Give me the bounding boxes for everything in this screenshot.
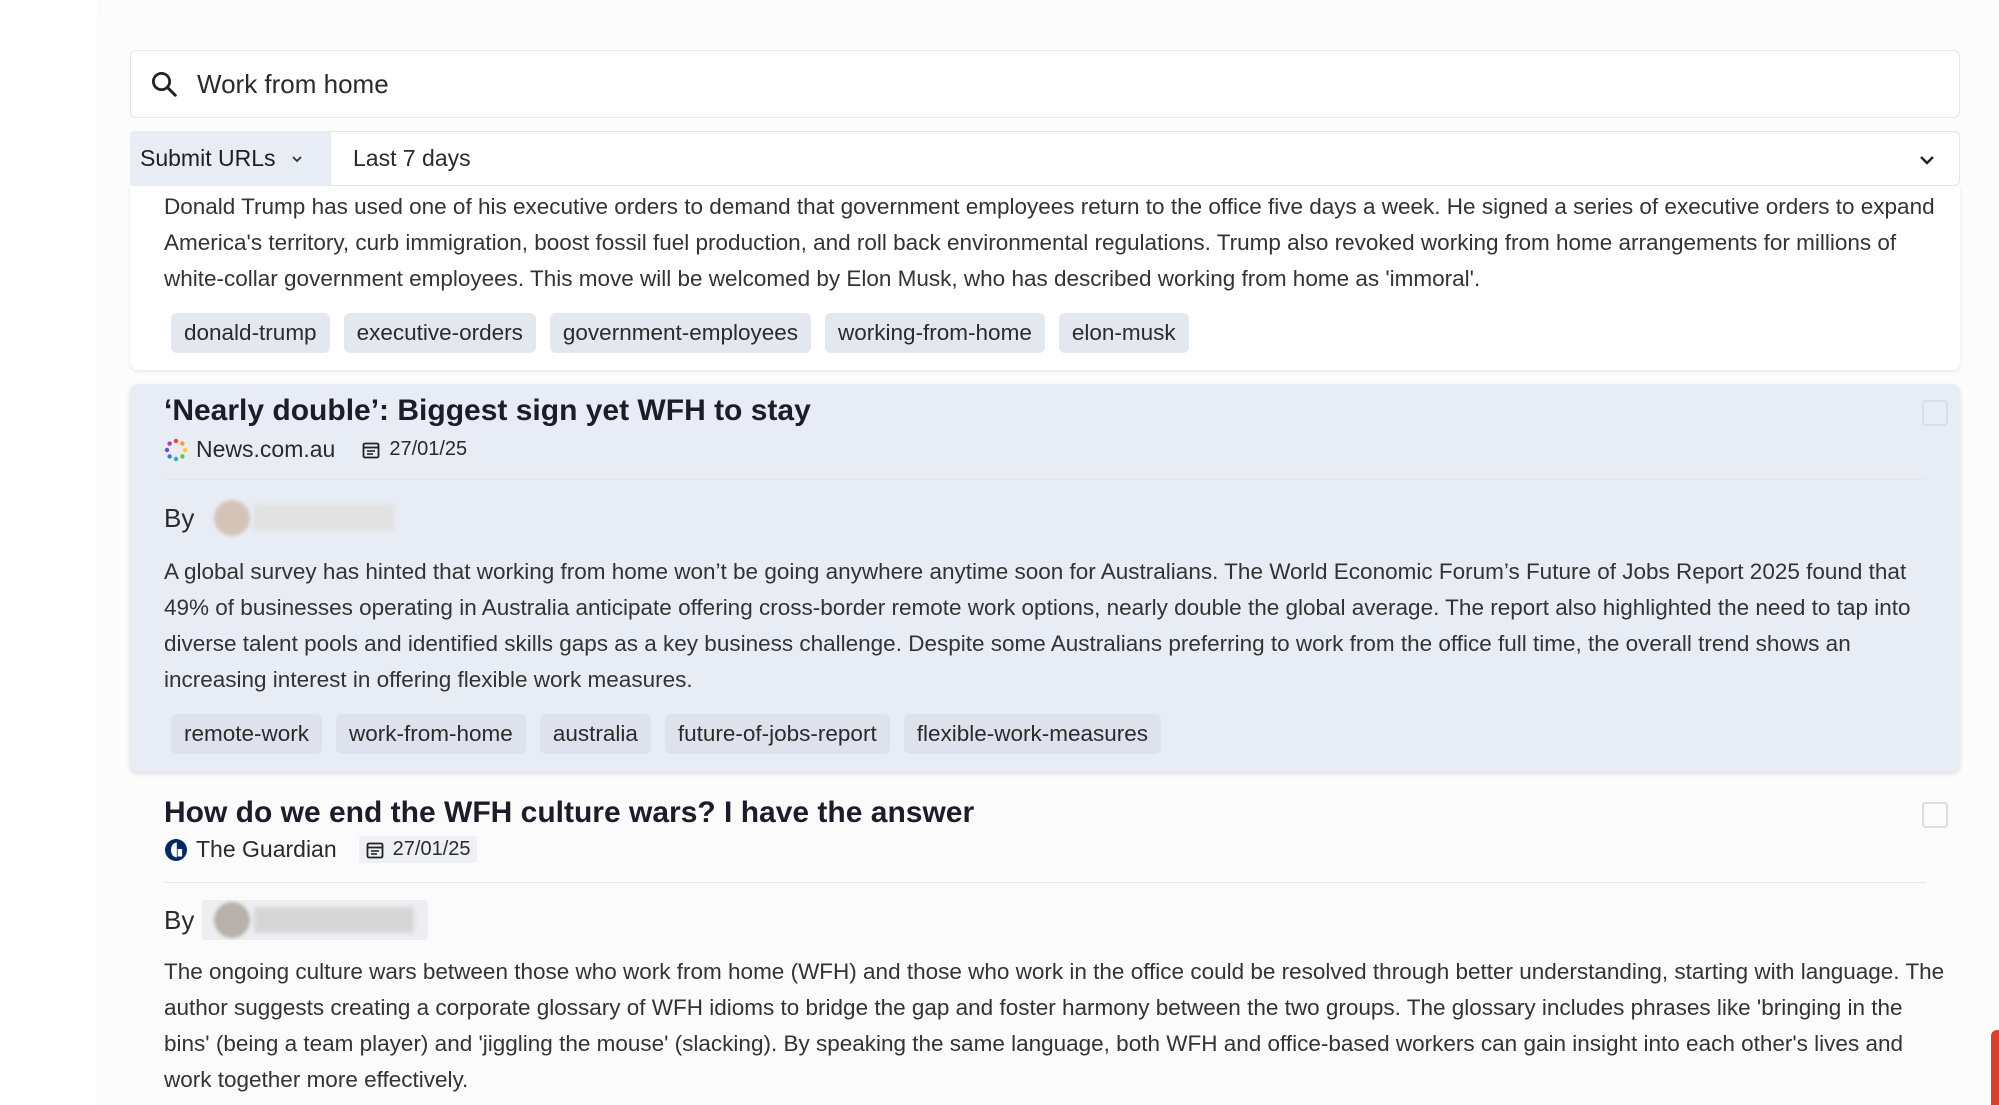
calendar-icon	[362, 442, 380, 458]
search-input[interactable]	[197, 54, 1897, 114]
date-range-value: Last 7 days	[353, 145, 471, 171]
article-summary: The ongoing culture wars between those w…	[164, 959, 1945, 1092]
article-card[interactable]: How do we end the WFH culture wars? I ha…	[130, 786, 1960, 1105]
submit-urls-dropdown[interactable]: Submit URLs	[130, 131, 331, 186]
top-strip	[97, 0, 1999, 15]
date-range-select[interactable]: Last 7 days	[331, 131, 1960, 186]
select-checkbox[interactable]	[1922, 802, 1948, 828]
by-label: By	[164, 502, 195, 533]
author-chip[interactable]	[202, 900, 429, 940]
source-link[interactable]: News.com.au	[164, 436, 335, 463]
article-meta: The Guardian 27/01/25	[164, 836, 477, 863]
tag[interactable]: flexible-work-measures	[903, 714, 1162, 754]
tag-list: remote-work work-from-home australia fut…	[171, 714, 1162, 754]
article-card[interactable]: Donald Trump has used one of his executi…	[130, 186, 1960, 370]
guardian-logo-icon	[165, 838, 187, 861]
filter-row: Submit URLs Last 7 days	[130, 131, 1960, 186]
article-date: 27/01/25	[361, 438, 467, 461]
news-com-au-logo-icon	[164, 438, 188, 461]
date-text: 27/01/25	[392, 838, 471, 860]
tag[interactable]: future-of-jobs-report	[664, 714, 890, 754]
date-text: 27/01/25	[389, 438, 468, 460]
article-title[interactable]: ‘Nearly double’: Biggest sign yet WFH to…	[164, 394, 811, 428]
author-name-redacted	[254, 907, 415, 933]
source-link[interactable]: The Guardian	[164, 836, 337, 863]
tag[interactable]: work-from-home	[336, 714, 526, 754]
article-summary: Donald Trump has used one of his executi…	[164, 194, 1935, 291]
chevron-down-icon	[292, 155, 303, 162]
divider	[164, 882, 1926, 883]
author-name-redacted	[254, 505, 395, 531]
tag[interactable]: executive-orders	[343, 313, 536, 353]
chevron-down-icon	[1920, 156, 1934, 165]
avatar	[214, 902, 251, 938]
byline: By	[164, 498, 395, 538]
article-meta: News.com.au 27/01/25	[164, 436, 467, 463]
left-gutter	[0, 0, 97, 1105]
tag[interactable]: government-employees	[549, 313, 812, 353]
scrollbar-edge[interactable]	[1991, 1030, 1999, 1105]
submit-urls-label: Submit URLs	[140, 145, 276, 171]
article-summary: A global survey has hinted that working …	[164, 559, 1911, 692]
tag-list: donald-trump executive-orders government…	[171, 313, 1189, 353]
source-name: The Guardian	[196, 836, 337, 862]
select-checkbox[interactable]	[1922, 400, 1948, 426]
avatar	[214, 500, 251, 536]
tag[interactable]: donald-trump	[171, 313, 330, 353]
article-title[interactable]: How do we end the WFH culture wars? I ha…	[164, 796, 974, 830]
divider	[164, 479, 1926, 480]
tag[interactable]: working-from-home	[825, 313, 1045, 353]
author-chip[interactable]	[214, 498, 395, 538]
article-card-selected[interactable]: ‘Nearly double’: Biggest sign yet WFH to…	[130, 384, 1960, 772]
source-name: News.com.au	[196, 436, 336, 462]
tag[interactable]: australia	[539, 714, 651, 754]
calendar-icon	[366, 842, 384, 858]
search-icon	[152, 72, 177, 97]
by-label: By	[164, 904, 195, 935]
tag[interactable]: elon-musk	[1058, 313, 1189, 353]
byline: By	[164, 900, 429, 940]
search-bar[interactable]	[130, 50, 1960, 118]
tag[interactable]: remote-work	[171, 714, 323, 754]
article-date: 27/01/25	[358, 836, 477, 863]
